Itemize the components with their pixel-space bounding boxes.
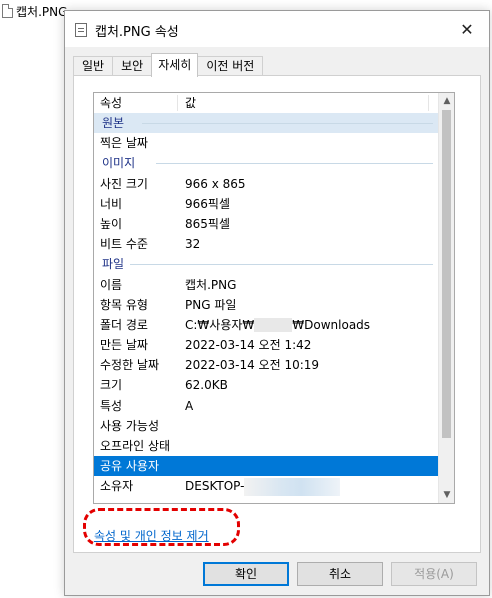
list-row-bit-depth[interactable]: 비트 수준 32 [94,234,439,254]
file-icon [2,4,13,18]
property-name: 소유자 [100,479,134,494]
vertical-scrollbar[interactable]: ▲ ▼ [438,93,454,503]
ok-button[interactable]: 확인 [203,562,289,586]
tab-previous-versions[interactable]: 이전 버전 [197,56,264,76]
property-value: PNG 파일 [185,297,237,312]
list-row-date-taken[interactable]: 찍은 날짜 [94,133,439,153]
tab-strip: 일반 보안 자세히 이전 버전 [73,53,264,77]
chevron-down-icon: ▼ [443,490,451,500]
path-prefix: C:₩사용자₩ [185,317,255,332]
property-value: 32 [185,237,201,252]
title-bar[interactable]: 캡처.PNG 속성 ✕ [65,11,489,47]
chevron-up-icon: ▲ [443,96,451,106]
list-row-attributes[interactable]: 특성 A [94,396,439,416]
list-row-availability[interactable]: 사용 가능성 [94,416,439,436]
property-value: DESKTOP- [185,476,341,496]
list-row-offline-status[interactable]: 오프라인 상태 [94,436,439,456]
details-panel: 속성 값 원본 찍은 날짜 이미지 사진 크기 966 x 865 너비 966… [73,75,481,553]
group-divider [130,264,433,266]
property-rows: 원본 찍은 날짜 이미지 사진 크기 966 x 865 너비 966픽셀 높이… [94,113,439,497]
property-name: 사진 크기 [100,176,148,191]
property-value: 2022-03-14 오전 10:19 [185,358,320,373]
apply-button[interactable]: 적용(A) [391,562,477,586]
redacted-username [254,318,293,333]
group-label: 이미지 [102,156,136,171]
group-divider [142,123,433,124]
owner-prefix: DESKTOP- [185,479,245,494]
annotation-highlight [83,508,240,546]
redacted-computer-name [244,477,341,496]
desktop-file[interactable]: 캡처.PNG [2,2,67,20]
list-row-width[interactable]: 너비 966픽셀 [94,194,439,214]
property-value: 캡처.PNG [185,277,237,292]
list-row-size[interactable]: 크기 62.0KB [94,375,439,395]
list-row-dimensions[interactable]: 사진 크기 966 x 865 [94,174,439,194]
property-name: 비트 수준 [100,237,148,252]
document-icon [75,23,87,37]
property-list[interactable]: 속성 값 원본 찍은 날짜 이미지 사진 크기 966 x 865 너비 966… [93,92,455,504]
property-name: 공유 사용자 [100,459,160,474]
group-header-file[interactable]: 파일 [94,254,439,274]
scroll-down-button[interactable]: ▼ [439,487,454,503]
property-value: 2022-03-14 오전 1:42 [185,338,312,353]
property-value: A [185,398,194,413]
scroll-up-button[interactable]: ▲ [439,93,454,109]
property-name: 이름 [100,277,123,292]
list-header: 속성 값 [94,93,439,114]
list-row-date-modified[interactable]: 수정한 날짜 2022-03-14 오전 10:19 [94,355,439,375]
list-row-date-created[interactable]: 만든 날짜 2022-03-14 오전 1:42 [94,335,439,355]
list-row-height[interactable]: 높이 865픽셀 [94,214,439,234]
column-divider[interactable] [177,95,178,111]
property-value: 865픽셀 [185,216,230,231]
desktop-file-name: 캡처.PNG [16,4,68,19]
cancel-button[interactable]: 취소 [297,562,383,586]
header-value[interactable]: 값 [185,93,196,113]
property-name: 사용 가능성 [100,418,160,433]
column-divider[interactable] [428,95,429,111]
group-divider [156,163,433,165]
property-name: 만든 날짜 [100,338,148,353]
close-icon: ✕ [460,19,474,39]
property-name: 찍은 날짜 [100,136,148,151]
close-button[interactable]: ✕ [445,11,489,47]
group-label: 원본 [102,116,125,130]
property-value: 966픽셀 [185,196,230,211]
list-row-owner[interactable]: 소유자 DESKTOP- [94,476,439,496]
group-label: 파일 [102,257,125,272]
dialog-title: 캡처.PNG 속성 [95,25,179,40]
property-name: 오프라인 상태 [100,439,171,453]
list-row-shared-with[interactable]: 공유 사용자 [94,456,439,477]
property-name: 높이 [100,216,123,231]
property-name: 너비 [100,196,123,211]
group-header-source[interactable]: 원본 [94,113,439,134]
property-value: 62.0KB [185,378,228,393]
property-name: 수정한 날짜 [100,358,160,373]
tab-security[interactable]: 보안 [112,56,153,76]
property-name: 폴더 경로 [100,317,148,332]
scroll-thumb[interactable] [442,110,451,438]
tab-general[interactable]: 일반 [73,56,114,76]
header-property[interactable]: 속성 [100,93,122,113]
list-row-name[interactable]: 이름 캡처.PNG [94,275,439,295]
property-value: 966 x 865 [185,176,246,191]
list-row-folder-path[interactable]: 폴더 경로 C:₩사용자₩ ₩Downloads [94,315,439,335]
property-name: 크기 [100,378,123,393]
path-suffix: ₩Downloads [292,317,371,332]
property-value: C:₩사용자₩ ₩Downloads [185,315,370,335]
list-row-item-type[interactable]: 항목 유형 PNG 파일 [94,295,439,315]
group-header-image[interactable]: 이미지 [94,153,439,173]
tab-details[interactable]: 자세히 [151,53,199,77]
property-name: 특성 [100,398,123,413]
properties-dialog: 캡처.PNG 속성 ✕ 일반 보안 자세히 이전 버전 속성 값 원본 찍은 날… [64,10,490,596]
property-name: 항목 유형 [100,297,148,312]
